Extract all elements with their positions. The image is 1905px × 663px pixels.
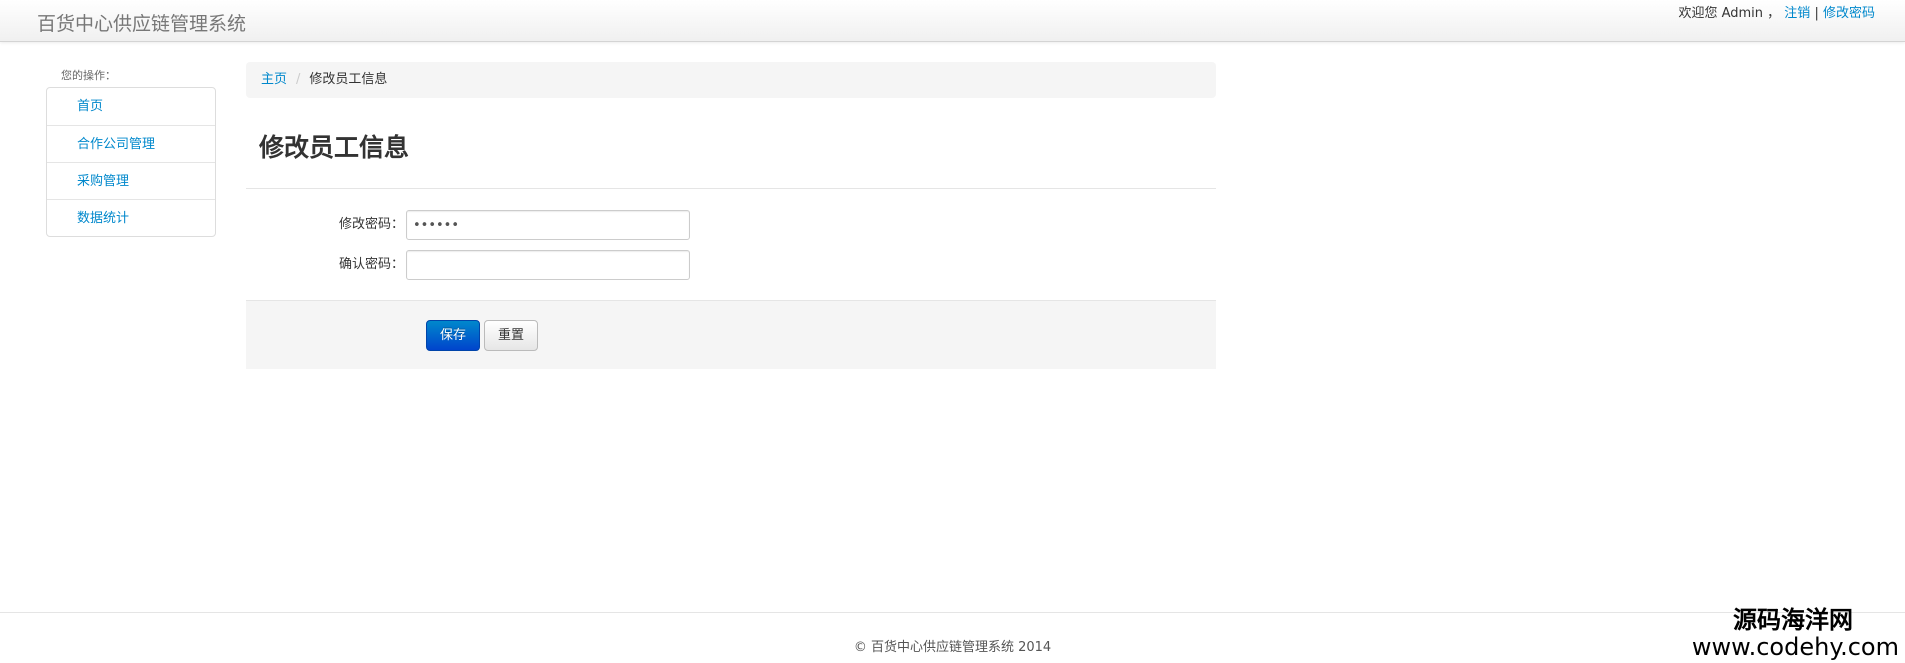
sidebar-item-partner-companies[interactable]: 合作公司管理	[47, 125, 215, 162]
confirm-password-input[interactable]	[406, 250, 690, 280]
sidebar-item-purchasing[interactable]: 采购管理	[47, 162, 215, 199]
app-brand[interactable]: 百货中心供应链管理系统	[37, 9, 246, 36]
password-row: 修改密码：	[246, 210, 706, 240]
watermark: 源码海洋网 www.codehy.com	[1692, 606, 1899, 660]
breadcrumb-divider: /	[296, 72, 301, 87]
sidebar-nav: 首页 合作公司管理 采购管理 数据统计	[46, 87, 216, 237]
password-input[interactable]	[406, 210, 690, 240]
reset-button[interactable]: 重置	[484, 320, 538, 351]
top-navbar: 百货中心供应链管理系统 欢迎您 Admin ， 注销 | 修改密码	[0, 0, 1905, 42]
watermark-url: www.codehy.com	[1691, 633, 1899, 661]
confirm-password-label: 确认密码：	[338, 257, 404, 272]
sidebar-title: 您的操作：	[61, 69, 116, 82]
breadcrumb-current: 修改员工信息	[309, 72, 388, 87]
user-bar: 欢迎您 Admin ， 注销 | 修改密码	[1678, 2, 1875, 21]
watermark-cn: 源码海洋网	[1733, 606, 1853, 634]
change-password-link[interactable]: 修改密码	[1823, 6, 1875, 21]
password-label: 修改密码：	[338, 217, 404, 232]
footer-text: © 百货中心供应链管理系统 2014	[853, 640, 1052, 655]
form-actions: 保存 重置	[246, 300, 1216, 369]
page-title: 修改员工信息	[259, 133, 410, 162]
sidebar-item-statistics[interactable]: 数据统计	[47, 199, 215, 236]
save-button[interactable]: 保存	[426, 320, 480, 351]
welcome-text: 欢迎您 Admin ，	[1678, 6, 1781, 21]
title-divider	[246, 188, 1216, 189]
logout-link[interactable]: 注销	[1784, 6, 1810, 21]
breadcrumb: 主页 / 修改员工信息	[246, 62, 1216, 98]
separator: |	[1814, 6, 1819, 21]
sidebar-item-home[interactable]: 首页	[47, 88, 215, 125]
confirm-password-row: 确认密码：	[246, 250, 706, 280]
breadcrumb-home-link[interactable]: 主页	[261, 72, 287, 87]
footer-divider	[0, 612, 1905, 613]
